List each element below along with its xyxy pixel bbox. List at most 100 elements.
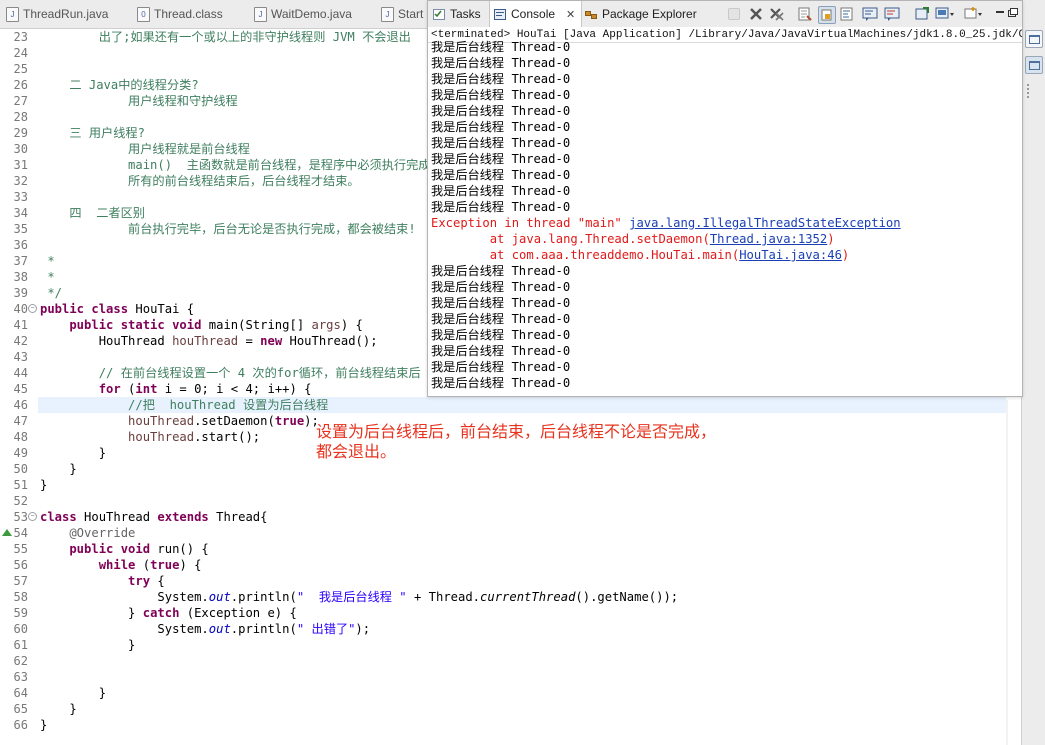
line-number: 51 [13, 478, 28, 492]
code-text: ( [135, 558, 151, 572]
tab-tasks[interactable]: Tasks [433, 1, 481, 27]
show-console-stdout-icon[interactable] [862, 6, 878, 22]
console-text: 我是后台线程 Thread-0 [431, 280, 571, 294]
keyword: new [260, 334, 283, 348]
console-text: 我是后台线程 Thread-0 [431, 152, 571, 166]
restore-view-icon[interactable] [1025, 30, 1043, 48]
console-line-daemon: 我是后台线程 Thread-0 [431, 103, 570, 119]
exception-link[interactable]: java.lang.IllegalThreadStateException [629, 216, 901, 230]
console-text: 我是后台线程 Thread-0 [431, 120, 571, 134]
class-file-icon: 0 [137, 6, 150, 22]
line-number: 30 [13, 142, 28, 156]
console-text: 我是后台线程 Thread-0 [431, 184, 571, 198]
fold-toggle-icon[interactable]: − [28, 304, 37, 313]
code-text: ( [120, 382, 136, 396]
package-explorer-icon [585, 10, 597, 19]
code-line-58: } catch (Exception e) { [40, 605, 297, 621]
stacktrace-link[interactable]: HouTai.java:46 [739, 248, 842, 262]
line-number: 49 [13, 446, 28, 460]
annotation-text: 设置为后台线程后，前台结束，后台线程不论是否完成， 都会退出。 [316, 423, 786, 463]
tab-label: Console [511, 7, 556, 21]
maximize-icon[interactable] [1007, 6, 1019, 22]
line-number: 28 [13, 110, 28, 124]
remove-launch-icon[interactable] [748, 6, 764, 22]
console-line-daemon: 我是后台线程 Thread-0 [431, 327, 570, 343]
line-number: 33 [13, 190, 28, 204]
display-selected-console-icon[interactable] [935, 6, 955, 22]
show-console-stderr-icon[interactable] [884, 6, 900, 22]
code-text: HouThread [40, 334, 173, 348]
console-text: 我是后台线程 Thread-0 [431, 312, 571, 326]
editor-tab-label: Thread.class [154, 7, 223, 21]
console-line-daemon: 我是后台线程 Thread-0 [431, 311, 570, 327]
console-text: 我是后台线程 Thread-0 [431, 328, 571, 342]
code-line-45: //把 houThread 设置为后台线程 [40, 398, 329, 412]
code-line-54: public void run() { [40, 541, 208, 557]
line-number: 66 [13, 718, 28, 732]
code-line-49: } [40, 462, 77, 476]
code-text: ().getName()); [575, 590, 679, 604]
code-text: = [238, 334, 261, 348]
line-number: 61 [13, 638, 28, 652]
minimize-icon[interactable] [994, 6, 1006, 22]
scroll-lock-icon[interactable] [818, 6, 836, 24]
close-icon[interactable]: ✕ [566, 8, 575, 21]
pin-console-icon[interactable] [914, 6, 930, 22]
remove-all-terminated-icon[interactable] [769, 6, 785, 22]
code-line-26: 用户线程和守护线程 [40, 94, 238, 108]
editor-tab-waitdemo[interactable]: J WaitDemo.java [254, 0, 352, 28]
keyword: try [40, 574, 151, 588]
line-number: 40 [13, 302, 28, 316]
code-line-55: while (true) { [40, 557, 202, 573]
console-line-daemon: 我是后台线程 Thread-0 [431, 55, 570, 71]
console-icon [494, 8, 506, 20]
console-text: 我是后台线程 Thread-0 [431, 136, 571, 150]
code-text: HouThread(); [282, 334, 378, 348]
right-trim-stack [1021, 0, 1045, 745]
code-line-48: } [40, 446, 107, 460]
code-text: ) { [340, 318, 363, 332]
terminate-icon[interactable] [728, 8, 740, 20]
static-field: out [208, 622, 231, 636]
open-console-icon[interactable] [964, 6, 984, 22]
console-text: ) [841, 248, 850, 262]
editor-tab-start[interactable]: J Start [381, 0, 423, 28]
code-text: i = 0; i < 4; i++) { [157, 382, 312, 396]
line-number: 29 [13, 126, 28, 140]
console-line-daemon: 我是后台线程 Thread-0 [431, 199, 570, 215]
annotation-line: 都会退出。 [316, 444, 397, 461]
line-number: 64 [13, 686, 28, 700]
overview-ruler[interactable] [1006, 400, 1008, 745]
console-line-daemon: 我是后台线程 Thread-0 [431, 151, 570, 167]
tab-package-explorer[interactable]: Package Explorer [585, 1, 697, 27]
line-number: 62 [13, 654, 28, 668]
local-variable: houThread [172, 334, 239, 348]
console-line-daemon: 我是后台线程 Thread-0 [431, 87, 570, 103]
tab-console[interactable]: Console ✕ [489, 1, 583, 27]
editor-tab-strip: J ThreadRun.java 0 Thread.class J WaitDe… [0, 0, 430, 29]
line-number: 57 [13, 574, 28, 588]
stacktrace-link[interactable]: Thread.java:1352 [710, 232, 827, 246]
code-text: Thread{ [208, 510, 268, 524]
tab-label: Package Explorer [602, 7, 697, 21]
keyword: catch [142, 606, 180, 620]
code-line-39: public class HouTai { [40, 301, 194, 317]
line-number: 56 [13, 558, 28, 572]
code-line-36: * [40, 254, 55, 268]
code-line-50: } [40, 478, 48, 492]
code-line-63: } [40, 686, 107, 700]
console-line-daemon: 我是后台线程 Thread-0 [431, 295, 570, 311]
line-number: 60 [13, 622, 28, 636]
override-marker-icon[interactable] [2, 529, 12, 536]
line-number: 59 [13, 606, 28, 620]
clear-console-icon[interactable] [797, 6, 813, 22]
fold-toggle-icon[interactable]: − [28, 512, 37, 521]
console-view-icon[interactable] [1025, 56, 1043, 74]
console-text: 我是后台线程 Thread-0 [431, 200, 571, 214]
word-wrap-icon[interactable] [839, 6, 855, 22]
console-text: 我是后台线程 Thread-0 [431, 168, 571, 182]
editor-tab-threadrun[interactable]: J ThreadRun.java [6, 0, 108, 28]
line-number: 47 [13, 414, 28, 428]
editor-tab-thread-class[interactable]: 0 Thread.class [137, 0, 223, 28]
code-line-47: houThread.start(); [40, 429, 260, 445]
